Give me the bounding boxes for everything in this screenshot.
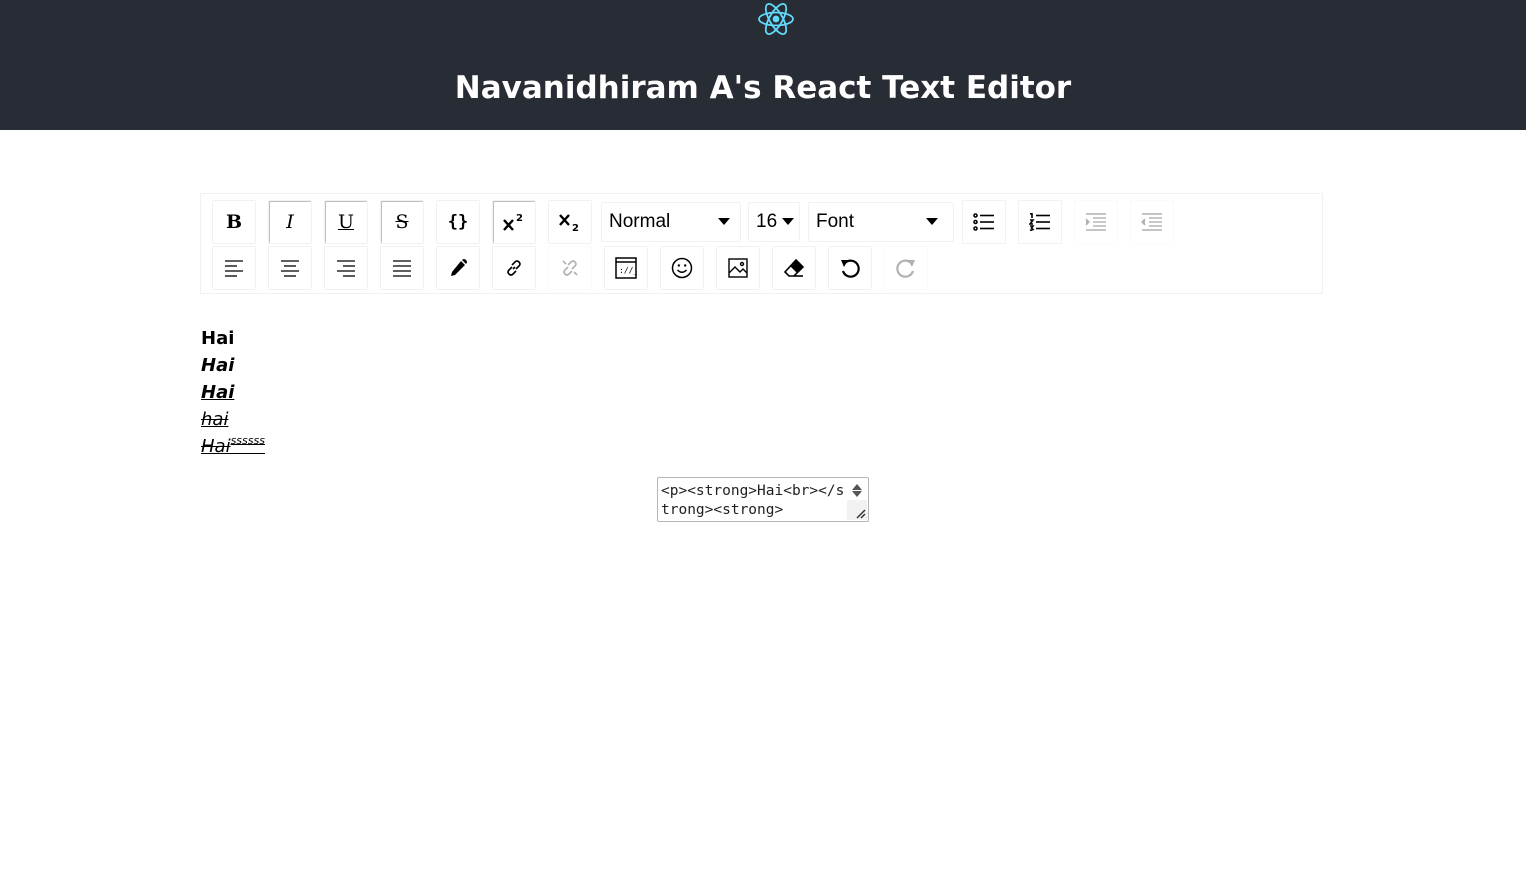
editor-line: Haissssss [201, 433, 801, 460]
app-header: Navanidhiram A's React Text Editor [0, 0, 1526, 130]
unordered-list-button[interactable] [962, 200, 1006, 244]
chevron-down-icon [926, 218, 938, 225]
embedded-button[interactable]: ://_ [604, 246, 648, 290]
subscript-icon: 2 [559, 214, 579, 232]
bold-button[interactable]: B [212, 200, 256, 244]
editor-line-text: Hai [201, 328, 235, 349]
react-logo-icon [758, 3, 794, 35]
block-type-value: Normal [609, 211, 671, 232]
strikethrough-icon: S [395, 210, 409, 233]
font-size-value: 16 [756, 211, 778, 232]
unlink-button[interactable] [548, 246, 592, 290]
align-right-button[interactable] [324, 246, 368, 290]
outdent-icon [1141, 213, 1162, 231]
indent-button[interactable] [1074, 200, 1118, 244]
html-output-textarea[interactable]: <p><strong>Hai<br></strong><strong> [657, 477, 869, 522]
strikethrough-button[interactable]: S [380, 200, 424, 244]
align-right-icon [337, 260, 355, 277]
page-title: Navanidhiram A's React Text Editor [454, 70, 1072, 106]
align-center-icon [281, 260, 299, 277]
redo-button[interactable] [884, 246, 928, 290]
svg-text:2: 2 [572, 223, 579, 232]
undo-button[interactable] [828, 246, 872, 290]
ordered-list-button[interactable] [1018, 200, 1062, 244]
align-justify-icon [393, 260, 411, 277]
editor-toolbar: B I U S {} 2 2 Normal 16 Font://_ [200, 193, 1323, 294]
editor-content[interactable]: Hai Hai Hai hai Haissssss [201, 325, 801, 460]
align-justify-button[interactable] [380, 246, 424, 290]
emoji-icon [671, 257, 693, 279]
redo-icon [896, 259, 915, 278]
align-center-button[interactable] [268, 246, 312, 290]
superscript-button[interactable]: 2 [492, 200, 536, 244]
subscript-button[interactable]: 2 [548, 200, 592, 244]
svg-text:://_: ://_ [619, 266, 637, 275]
chevron-down-icon [718, 218, 730, 225]
code-icon: {} [447, 212, 469, 232]
unlink-icon [562, 260, 578, 276]
unordered-list-icon [973, 213, 994, 231]
resize-handle-icon[interactable] [847, 500, 867, 520]
image-button[interactable] [716, 246, 760, 290]
chevron-down-icon [782, 218, 794, 225]
superscript-icon: 2 [503, 213, 523, 231]
editor-line-text: Hai [201, 382, 235, 403]
font-size-dropdown[interactable]: 16 [748, 202, 800, 242]
color-picker-icon [451, 259, 467, 276]
color-picker-button[interactable] [436, 246, 480, 290]
eraser-icon [783, 258, 805, 277]
editor-line-text: hai [201, 409, 229, 430]
undo-icon [841, 259, 860, 278]
block-type-dropdown[interactable]: Normal [601, 202, 741, 242]
outdent-button[interactable] [1130, 200, 1174, 244]
align-left-button[interactable] [212, 246, 256, 290]
editor-line-text: Hai [201, 436, 231, 457]
scroll-up-icon[interactable] [852, 484, 862, 490]
emoji-button[interactable] [660, 246, 704, 290]
font-family-dropdown[interactable]: Font [808, 202, 954, 242]
scroll-down-icon[interactable] [852, 491, 862, 497]
indent-icon [1085, 213, 1106, 231]
link-icon [507, 260, 521, 276]
code-button[interactable]: {} [436, 200, 480, 244]
link-button[interactable] [492, 246, 536, 290]
editor-line: hai [201, 406, 801, 433]
svg-text:2: 2 [516, 213, 523, 224]
bold-icon: B [225, 210, 243, 233]
embedded-icon: ://_ [615, 257, 637, 279]
superscript-text: ssssss [230, 434, 265, 447]
editor-line: Hai [201, 325, 801, 352]
italic-button[interactable]: I [268, 200, 312, 244]
ordered-list-icon [1029, 213, 1050, 231]
editor-line: Hai [201, 379, 801, 406]
image-icon [728, 258, 748, 278]
remove-formatting-button[interactable] [772, 246, 816, 290]
underline-button[interactable]: U [324, 200, 368, 244]
font-family-value: Font [816, 211, 855, 232]
underline-icon: U [337, 210, 354, 233]
align-left-icon [225, 260, 243, 277]
editor-line: Hai [201, 352, 801, 379]
editor-line-text: Hai [201, 355, 235, 376]
italic-icon: I [286, 210, 294, 233]
